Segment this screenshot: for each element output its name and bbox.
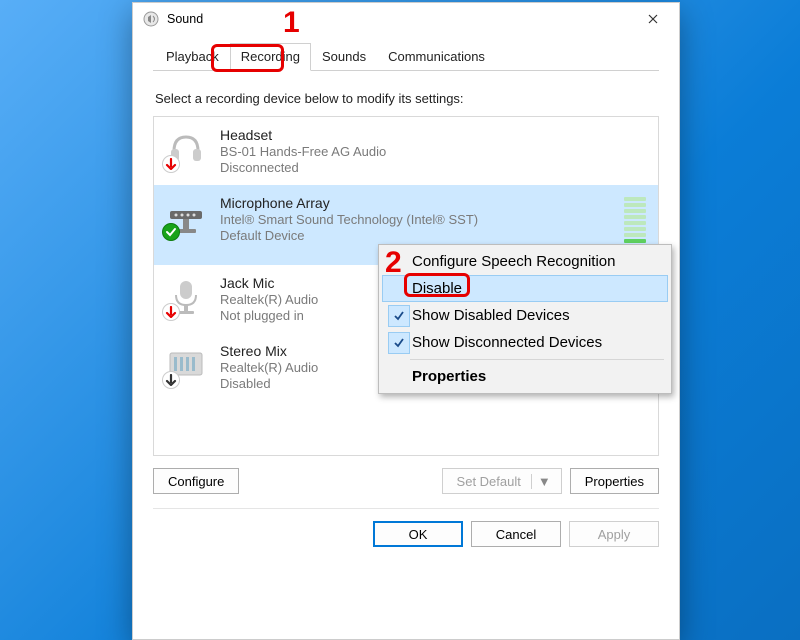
ctx-show-disconnected[interactable]: Show Disconnected Devices [382,329,668,356]
tab-communications[interactable]: Communications [377,43,496,71]
properties-button[interactable]: Properties [570,468,659,494]
device-status: Disconnected [220,160,646,175]
ctx-disable[interactable]: Disable [382,275,668,302]
vu-bar [624,227,646,231]
tab-sounds[interactable]: Sounds [311,43,377,71]
ctx-configure-speech[interactable]: Configure Speech Recognition [382,248,668,275]
check-green-icon [162,223,180,241]
ctx-item-label: Show Disconnected Devices [412,334,602,351]
device-item-headset[interactable]: Headset BS-01 Hands-Free AG Audio Discon… [154,117,658,185]
down-red-icon [162,155,180,173]
device-title: Headset [220,127,646,143]
apply-button[interactable]: Apply [569,521,659,547]
down-red-icon [162,303,180,321]
headset-icon [166,129,206,169]
ctx-show-disabled[interactable]: Show Disabled Devices [382,302,668,329]
ok-button[interactable]: OK [373,521,463,547]
set-default-button[interactable]: Set Default ▼ [442,468,562,494]
vu-bar [624,239,646,243]
tabs-row: Playback Recording Sounds Communications [153,43,659,71]
check-icon [388,305,410,327]
set-default-label: Set Default [457,474,521,489]
vu-bar [624,197,646,201]
close-icon [648,14,658,24]
vu-bar [624,221,646,225]
tab-recording[interactable]: Recording [230,43,311,71]
ctx-item-label: Disable [412,280,462,297]
device-title: Microphone Array [220,195,624,211]
ctx-separator [410,359,664,360]
chevron-down-icon: ▼ [531,474,557,489]
configure-button[interactable]: Configure [153,468,239,494]
window-title: Sound [167,12,631,26]
tab-playback[interactable]: Playback [155,43,230,71]
mixer-icon [166,345,206,385]
vu-bar [624,215,646,219]
mic-array-icon [166,197,206,237]
close-button[interactable] [631,4,675,34]
check-icon [388,332,410,354]
ctx-properties[interactable]: Properties [382,363,668,390]
context-menu: Configure Speech Recognition Disable Sho… [378,244,672,394]
ctx-item-label: Properties [412,368,486,385]
vu-bar [624,233,646,237]
sound-icon [143,11,159,27]
vu-bar [624,203,646,207]
mic-icon [166,277,206,317]
ctx-item-label: Show Disabled Devices [412,307,570,324]
ctx-item-label: Configure Speech Recognition [412,253,615,270]
device-sub: Intel® Smart Sound Technology (Intel® SS… [220,212,624,227]
titlebar: Sound [133,3,679,35]
cancel-button[interactable]: Cancel [471,521,561,547]
device-sub: BS-01 Hands-Free AG Audio [220,144,646,159]
down-black-icon [162,371,180,389]
instruction-text: Select a recording device below to modif… [155,91,657,106]
device-status: Default Device [220,228,624,243]
vu-bar [624,209,646,213]
